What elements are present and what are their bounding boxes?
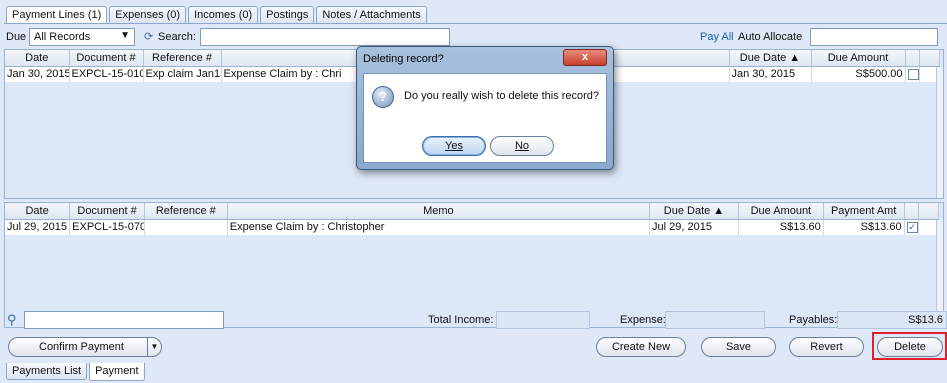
no-label: No: [514, 140, 530, 152]
tab-postings[interactable]: Postings: [260, 6, 315, 23]
dialog-message: Do you really wish to delete this record…: [404, 90, 600, 102]
col-memo[interactable]: Memo: [227, 203, 651, 220]
col-due-date[interactable]: Due Date ▲: [649, 203, 739, 220]
cell-reference: Exp claim Jan15: [143, 66, 222, 82]
col-due-amount[interactable]: Due Amount: [738, 203, 824, 220]
cell-select: [905, 66, 920, 82]
dropdown-arrow-icon[interactable]: ▼: [147, 338, 161, 356]
search-label: Search:: [158, 31, 196, 43]
table-row[interactable]: Jul 29, 2015 EXPCL-15-0700... Expense Cl…: [5, 219, 940, 235]
dialog-body: ? Do you really wish to delete this reco…: [363, 73, 607, 163]
col-check: [905, 50, 920, 67]
revert-button[interactable]: Revert: [789, 337, 864, 357]
search-icon: ⚲: [7, 312, 17, 327]
refresh-icon[interactable]: ⟳: [144, 30, 153, 43]
payables-value: S$13.6: [837, 311, 947, 329]
filter-toolbar: Due All Records ▼ ⟳ Search: Pay All Auto…: [4, 27, 947, 47]
col-date[interactable]: Date: [5, 50, 70, 67]
totals-bar: ⚲ Total Income: Expense: Payables: S$13.…: [4, 310, 947, 332]
cell-payment-amt[interactable]: S$13.60: [823, 219, 905, 235]
total-income-value: [496, 311, 590, 329]
col-document[interactable]: Document #: [69, 50, 144, 67]
save-label: Save: [725, 341, 752, 353]
confirm-payment-button[interactable]: Confirm Payment ▼: [8, 337, 162, 357]
quick-search-input[interactable]: [24, 311, 224, 329]
tab-notes-attachments[interactable]: Notes / Attachments: [316, 6, 427, 23]
col-document[interactable]: Document #: [69, 203, 145, 220]
expense-value: [665, 311, 765, 329]
cell-document: EXPCL-15-0100...: [69, 66, 144, 82]
due-label: Due: [6, 31, 27, 43]
grid-header-row: Date Document # Reference # Memo Due Dat…: [5, 203, 940, 220]
expense-label: Expense:: [620, 314, 666, 326]
row-checkbox[interactable]: ✓: [906, 221, 918, 233]
confirm-payment-label: Confirm Payment: [39, 341, 124, 353]
save-button[interactable]: Save: [701, 337, 776, 357]
payables-label: Payables:: [789, 314, 838, 326]
row-checkbox[interactable]: [907, 68, 918, 80]
auto-allocate-input[interactable]: [810, 28, 938, 46]
create-new-button[interactable]: Create New: [596, 337, 686, 357]
due-filter-value: All Records: [34, 31, 91, 43]
col-reference[interactable]: Reference #: [144, 203, 228, 220]
cell-date: Jul 29, 2015: [5, 219, 71, 235]
no-button[interactable]: No: [490, 136, 554, 156]
search-input[interactable]: [200, 28, 450, 46]
col-extra: [919, 50, 940, 67]
dialog-title: Deleting record?: [363, 53, 444, 65]
auto-allocate-label: Auto Allocate: [738, 31, 803, 43]
cell-memo: Expense Claim by : Christopher: [227, 219, 651, 235]
due-filter-select[interactable]: All Records ▼: [29, 28, 135, 46]
tab-payment-lines[interactable]: Payment Lines (1): [6, 6, 108, 24]
col-extra: [918, 203, 940, 220]
tab-expenses[interactable]: Expenses (0): [109, 6, 187, 23]
chevron-down-icon: ▼: [120, 30, 130, 41]
revert-label: Revert: [810, 341, 843, 353]
pay-all-link[interactable]: Pay All: [700, 31, 734, 43]
delete-button[interactable]: Delete: [877, 337, 943, 357]
create-new-label: Create New: [611, 341, 671, 353]
tab-payments-list[interactable]: Payments List: [6, 363, 88, 380]
close-icon[interactable]: x: [563, 49, 607, 66]
total-income-label: Total Income:: [428, 314, 494, 326]
delete-label: Delete: [894, 341, 926, 353]
delete-confirm-dialog: Deleting record? x ? Do you really wish …: [356, 46, 614, 170]
cell-date: Jan 30, 2015: [5, 66, 70, 82]
col-reference[interactable]: Reference #: [143, 50, 222, 67]
col-check: [904, 203, 919, 220]
col-due-date[interactable]: Due Date ▲: [729, 50, 812, 67]
cell-due-amount: S$500.00: [811, 66, 906, 82]
tab-payment[interactable]: Payment: [89, 363, 145, 381]
cell-due-date: Jul 29, 2015: [649, 219, 739, 235]
top-tab-bar: Payment Lines (1) Expenses (0) Incomes (…: [6, 6, 429, 24]
col-date[interactable]: Date: [5, 203, 71, 220]
yes-button[interactable]: Yes: [422, 136, 486, 156]
cell-reference: [144, 219, 228, 235]
cell-due-amount: S$13.60: [738, 219, 824, 235]
bottom-tab-bar: Payments List Payment: [6, 363, 147, 381]
col-payment-amt[interactable]: Payment Amt: [823, 203, 905, 220]
vertical-scrollbar[interactable]: [936, 67, 943, 198]
tab-incomes[interactable]: Incomes (0): [188, 6, 259, 23]
col-due-amount[interactable]: Due Amount: [811, 50, 906, 67]
yes-label: Yes: [445, 140, 463, 152]
cell-due-date: Jan 30, 2015: [729, 66, 812, 82]
question-icon: ?: [372, 86, 394, 108]
cell-select: ✓: [904, 219, 919, 235]
cell-document: EXPCL-15-0700...: [69, 219, 145, 235]
